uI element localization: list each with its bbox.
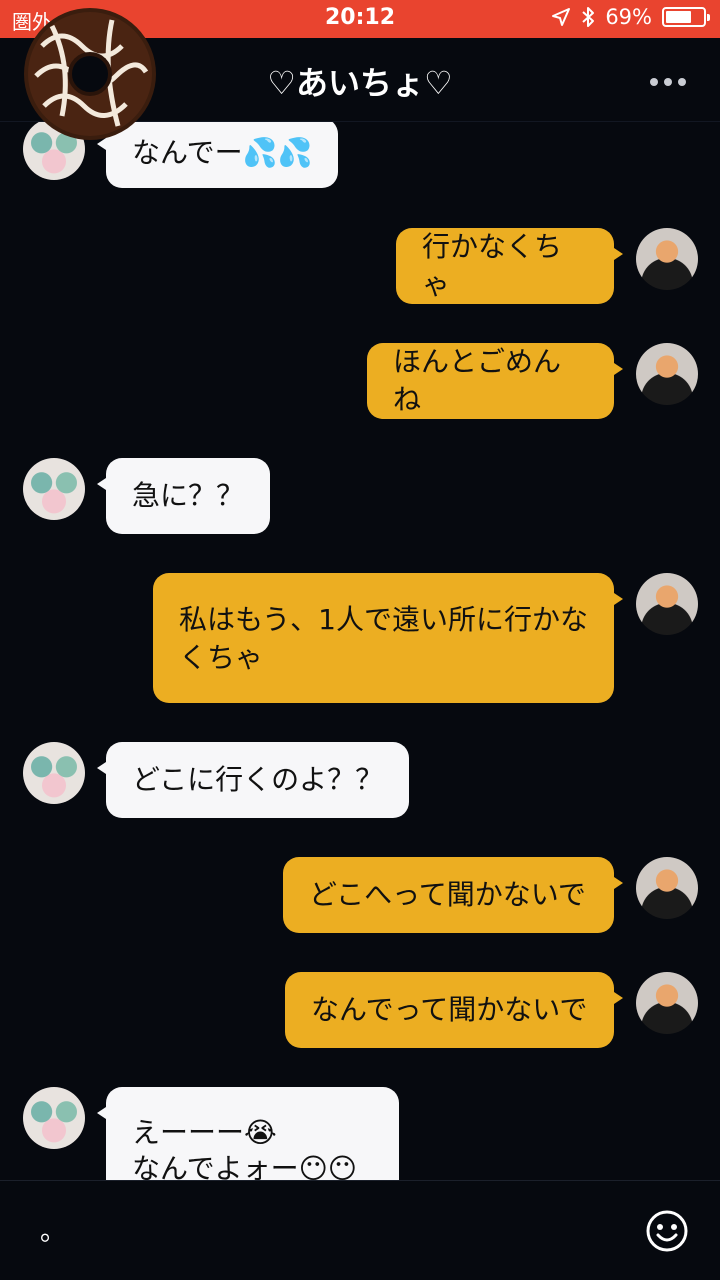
my-avatar[interactable] (636, 573, 698, 635)
contact-avatar[interactable] (23, 742, 85, 804)
message-input-bar: 。 (0, 1180, 720, 1280)
outgoing-message: 行かなくちゃ (396, 228, 623, 304)
my-avatar[interactable] (636, 857, 698, 919)
battery-percent: 69% (605, 5, 652, 29)
status-icons: 69% (551, 5, 710, 29)
my-avatar[interactable] (636, 343, 698, 405)
my-avatar[interactable] (636, 228, 698, 290)
contact-avatar[interactable] (23, 1087, 85, 1149)
incoming-message: 急に？？ (96, 458, 271, 534)
outgoing-message: どこへって聞かないで (283, 857, 623, 933)
location-arrow-icon (552, 8, 571, 26)
outgoing-message: ほんとごめんね (367, 343, 623, 419)
incoming-message: えーーー😭 なんでよォー😶😶 (97, 1087, 399, 1180)
outgoing-message: なんでって聞かないで (285, 972, 623, 1048)
contact-avatar[interactable] (23, 458, 85, 520)
outgoing-message: 私はもう、1人で遠い所に行かなくちゃ (153, 573, 623, 703)
my-avatar[interactable] (636, 972, 698, 1034)
message-input[interactable]: 。 (40, 1211, 66, 1248)
battery-icon (662, 7, 710, 27)
incoming-message: どこに行くのよ？？ (96, 742, 410, 818)
donut-sticker-icon (24, 8, 156, 140)
more-dots-icon[interactable] (650, 78, 686, 86)
bluetooth-icon (582, 7, 595, 27)
chat-thread[interactable]: なんでー💦💦 行かなくちゃ ほんとごめんね 急に？？ 私はもう、1人で遠い所に行… (0, 122, 720, 1180)
smiley-icon[interactable] (645, 1209, 689, 1253)
